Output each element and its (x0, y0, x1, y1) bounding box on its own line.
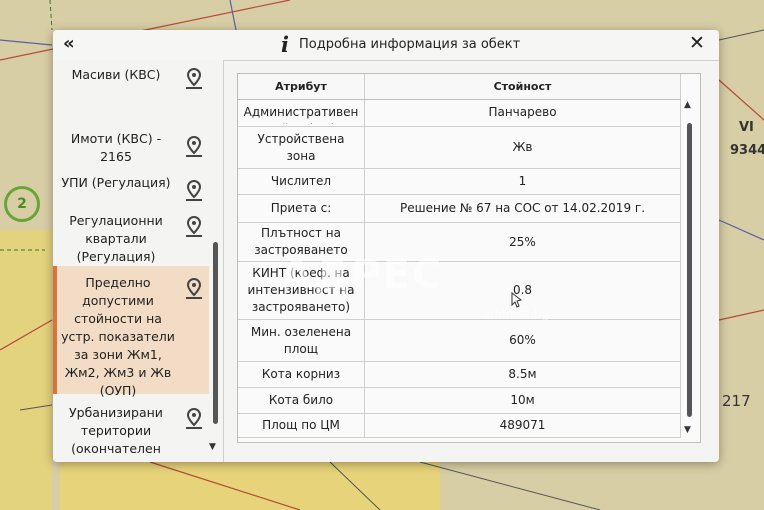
dialog-titlebar: « i Подробна информация за обект ✕ (53, 30, 719, 61)
value-cell: Жв (364, 126, 681, 169)
layer-item-upi[interactable]: УПИ (Регулация) (53, 174, 209, 201)
value-cell: 489071 (364, 413, 681, 438)
attribute-cell: Кота било (238, 387, 365, 414)
value-cell: 8.5м (364, 361, 681, 388)
layer-item-label: Пределно допустими стойности на устр. по… (61, 275, 175, 398)
table-row: Устройствена зона Жв (238, 126, 681, 169)
attribute-cell: Плътност на застрояването (238, 222, 365, 262)
table-row: Кота корниз 8.5м (238, 361, 681, 388)
layer-item-label: Урбанизирани територии (окончателен прое… (69, 405, 163, 462)
attribute-cell: Площ по ЦМ (238, 413, 365, 438)
layer-item-imoti[interactable]: Имоти (КВС) - 2165 (53, 130, 209, 166)
map-label-vi: VI (739, 120, 754, 135)
locate-pin-icon[interactable] (181, 134, 207, 160)
attribute-cell: Мин. озеленена площ (238, 319, 365, 362)
value-cell: 60% (364, 319, 681, 362)
table-row: Административен район (СО) Панчарево (238, 99, 681, 127)
close-icon[interactable]: ✕ (689, 32, 705, 54)
attribute-cell: Устройствена зона (238, 126, 365, 169)
layer-item-label: УПИ (Регулация) (61, 175, 171, 190)
attribute-cell: Приета с: (238, 194, 365, 223)
mouse-cursor-icon (511, 292, 523, 308)
table-row: КИНТ (коеф. на интензивност на застроява… (238, 261, 681, 320)
value-cell: 25% (364, 222, 681, 262)
layer-item-label: Имоти (КВС) - 2165 (70, 131, 162, 164)
layer-list: Масиви (КВС) Имоти (КВС) - 2165 УПИ (Рег… (53, 60, 223, 462)
table-scrollbar[interactable] (687, 123, 692, 417)
value-cell: 10м (364, 387, 681, 414)
layer-item-urbanizirani[interactable]: Урбанизирани територии (окончателен прое… (53, 402, 209, 462)
attribute-cell: КИНТ (коеф. на интензивност на застроява… (238, 261, 365, 320)
locate-pin-icon[interactable] (181, 276, 207, 302)
layer-list-scrollbar[interactable] (213, 242, 218, 424)
value-text: Панчарево (488, 105, 557, 119)
scroll-up-icon[interactable]: ▲ (684, 100, 691, 110)
layer-item-label: Масиви (КВС) (71, 67, 161, 82)
table-row: Площ по ЦМ 489071 (238, 413, 681, 438)
panel-divider (223, 60, 224, 462)
table-row: Кота било 10м (238, 387, 681, 414)
locate-pin-icon[interactable] (181, 178, 207, 204)
value-cell: Панчарево (364, 99, 681, 127)
layer-item-kvartali[interactable]: Регулационни квартали (Регулация) (53, 210, 209, 264)
collapse-icon[interactable]: « (63, 33, 75, 54)
header-value: Стойност (364, 74, 681, 100)
info-icon: i (281, 32, 289, 57)
attribute-table: Атрибут Стойност Административен район (… (237, 73, 701, 443)
map-label-parcel: 9344 (730, 143, 764, 158)
dialog-title: Подробна информация за обект (299, 37, 521, 52)
table-row: Мин. озеленена площ 60% (238, 319, 681, 362)
layer-item-predelno-selected[interactable]: Пределно допустими стойности на устр. по… (53, 266, 209, 398)
value-cell: 0.8 (364, 261, 681, 320)
table-header-row: Атрибут Стойност (238, 74, 681, 100)
layer-item-masivi[interactable]: Масиви (КВС) (53, 64, 209, 100)
locate-pin-icon[interactable] (181, 66, 207, 92)
map-cluster-marker[interactable]: 2 (4, 186, 40, 222)
value-cell: 1 (364, 168, 681, 195)
attribute-cell: Кота корниз (238, 361, 365, 388)
value-cell: Решение № 67 на СОС от 14.02.2019 г. (364, 194, 681, 223)
attribute-cell: Числител (238, 168, 365, 195)
table-row: Плътност на застрояването 25% (238, 222, 681, 262)
attribute-cell: Административен район (СО) (238, 99, 365, 127)
scroll-down-icon[interactable]: ▼ (209, 442, 216, 452)
locate-pin-icon[interactable] (181, 214, 207, 240)
attribute-text: Административен район (СО) (243, 105, 359, 124)
object-info-dialog: « i Подробна информация за обект ✕ Масив… (53, 30, 719, 462)
header-attribute: Атрибут (238, 74, 365, 100)
scroll-down-icon[interactable]: ▼ (684, 425, 691, 435)
table-row: Числител 1 (238, 168, 681, 195)
table-row: Приета с: Решение № 67 на СОС от 14.02.2… (238, 194, 681, 223)
locate-pin-icon[interactable] (181, 406, 207, 432)
layer-item-label: Регулационни квартали (Регулация) (69, 213, 163, 264)
map-label-parcel: 217 (722, 392, 751, 410)
